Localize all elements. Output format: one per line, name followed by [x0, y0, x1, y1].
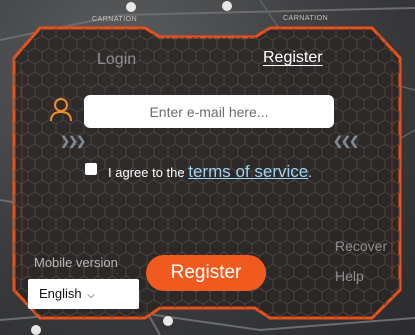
decor-chevrons-left: ❯❯❯ [60, 134, 86, 148]
register-button[interactable]: Register [146, 255, 266, 291]
tab-register[interactable]: Register [263, 49, 323, 67]
language-value: English [39, 286, 82, 301]
decor-chevrons-right: ❮❮❮ [333, 134, 359, 148]
agree-checkbox[interactable] [85, 163, 97, 175]
language-select[interactable]: English ⌵ [28, 279, 139, 309]
mobile-version-link[interactable]: Mobile version [34, 255, 118, 270]
agree-text: I agree to the [108, 165, 185, 180]
chevron-down-icon: ⌵ [87, 290, 95, 301]
agree-suffix: . [308, 165, 312, 180]
help-link[interactable]: Help [335, 268, 364, 284]
user-icon [50, 98, 72, 122]
agree-label: I agree to the terms of service. [108, 162, 312, 182]
recover-link[interactable]: Recover [335, 238, 387, 254]
tab-login[interactable]: Login [97, 51, 136, 69]
email-input[interactable] [84, 95, 334, 128]
terms-link[interactable]: terms of service [188, 162, 308, 181]
